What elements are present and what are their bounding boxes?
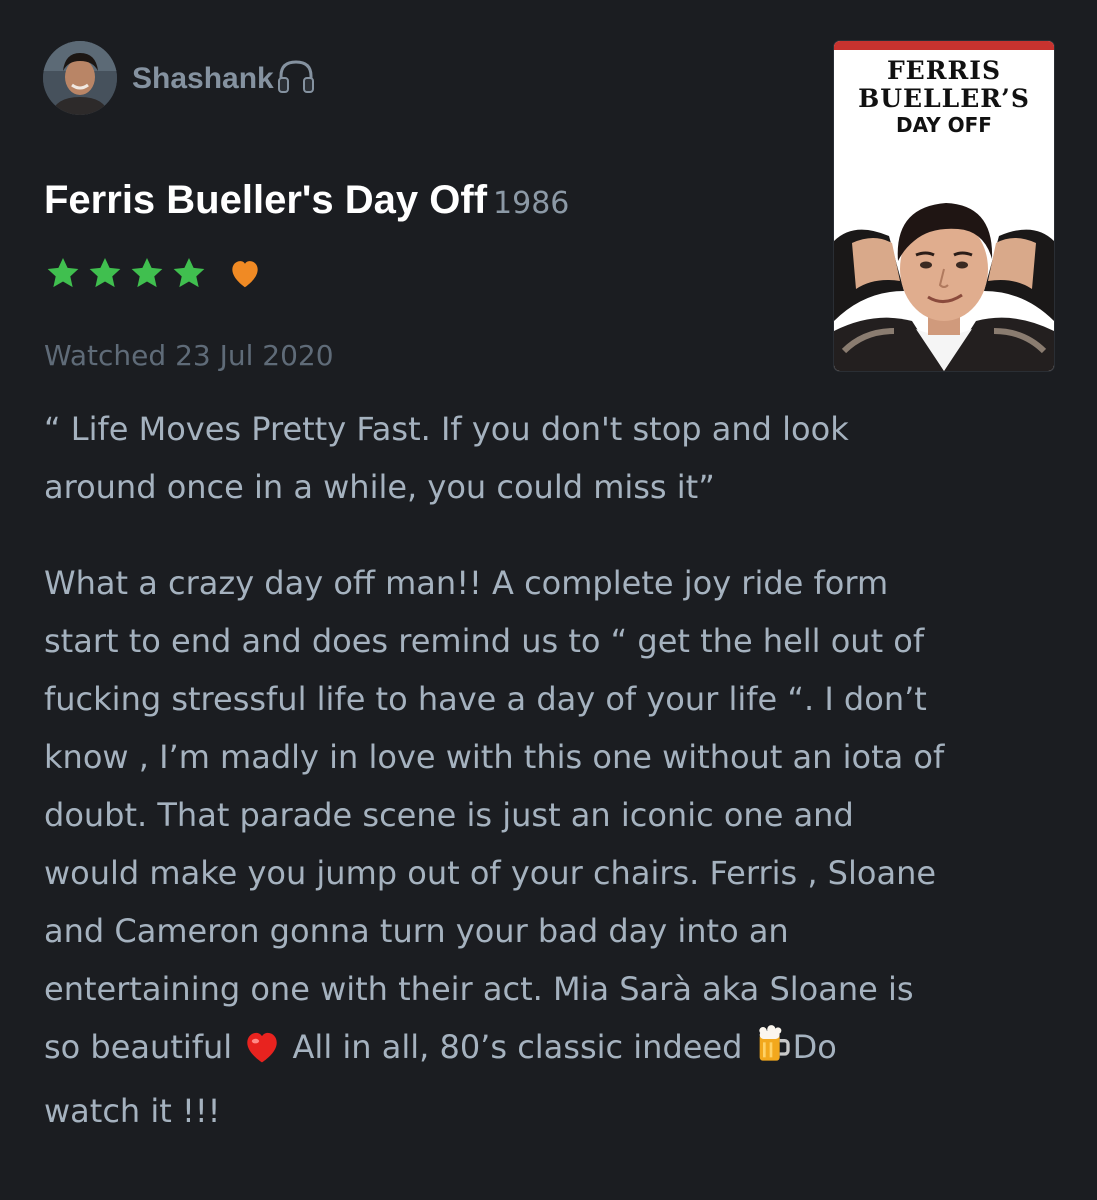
film-poster[interactable]: FERRIS BUELLER’S DAY OFF — [834, 41, 1054, 371]
review-body: What a crazy day off man!! A complete jo… — [44, 554, 1054, 1140]
review-card: Shashank Ferris Bueller's Day Off 1986 Wa… — [0, 0, 1097, 1200]
poster-title-line: BUELLER’S — [858, 84, 1030, 113]
star-icon — [47, 257, 79, 288]
beer-mug-emoji-icon — [753, 1024, 793, 1082]
review-quote: “ Life Moves Pretty Fast. If you don't s… — [44, 400, 1054, 516]
review-line: watch it !!! — [44, 1092, 221, 1130]
film-title[interactable]: Ferris Bueller's Day Off — [44, 178, 487, 222]
heart-icon — [232, 261, 258, 288]
review-line: entertaining one with their act. Mia Sar… — [44, 970, 914, 1008]
review-line: around once in a while, you could miss i… — [44, 468, 715, 506]
poster-artwork — [834, 181, 1054, 371]
star-icon — [173, 257, 205, 288]
star-icon — [131, 257, 163, 288]
review-line: and Cameron gonna turn your bad day into… — [44, 912, 789, 950]
review-line: would make you jump out of your chairs. … — [44, 854, 937, 892]
review-line: know , I’m madly in love with this one w… — [44, 738, 945, 776]
avatar[interactable] — [43, 41, 117, 115]
author-name[interactable]: Shashank — [132, 58, 316, 105]
poster-title: FERRIS BUELLER’S DAY OFF — [834, 56, 1054, 138]
poster-stripe — [834, 41, 1054, 50]
poster-title-line: DAY OFF — [896, 113, 992, 137]
review-line: What a crazy day off man!! A complete jo… — [44, 564, 889, 602]
review-text: so beautiful — [44, 1028, 243, 1066]
review-text: Do — [792, 1028, 837, 1066]
review-line: fucking stressful life to have a day of … — [44, 680, 927, 718]
author-name-label: Shashank — [132, 62, 274, 95]
star-icon — [89, 257, 121, 288]
review-line: doubt. That parade scene is just an icon… — [44, 796, 854, 834]
poster-title-line: FERRIS — [886, 56, 1002, 85]
review-line: “ Life Moves Pretty Fast. If you don't s… — [44, 410, 849, 448]
red-heart-emoji-icon — [242, 1024, 282, 1082]
review-line: so beautiful All in all, 80’s classic in… — [44, 1018, 1054, 1082]
headphones-icon — [276, 58, 316, 105]
watched-date: Watched 23 Jul 2020 — [44, 339, 334, 372]
rating — [44, 253, 264, 293]
review-text: All in all, 80’s classic indeed — [282, 1028, 753, 1066]
film-heading: Ferris Bueller's Day Off 1986 — [44, 174, 569, 226]
review-line: start to end and does remind us to “ get… — [44, 622, 925, 660]
film-year[interactable]: 1986 — [493, 186, 569, 221]
